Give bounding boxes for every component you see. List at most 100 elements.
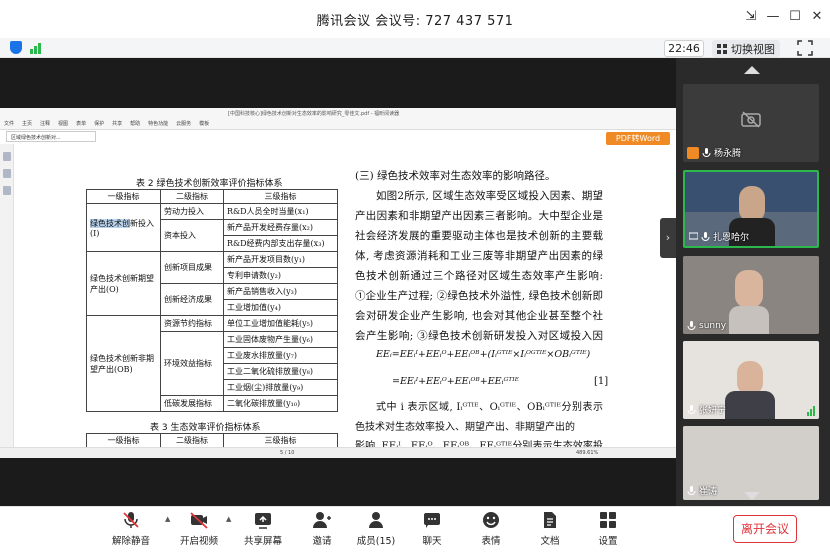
pdf-document-tab[interactable]: 区域绿色技术创新对... [6, 131, 96, 142]
invite-label: 邀请 [312, 536, 332, 547]
bookmark-icon[interactable] [2, 152, 11, 161]
start-video-label: 开启视频 [179, 536, 218, 547]
pdf-menu-item[interactable]: 视图 [58, 120, 68, 127]
participant-tile[interactable]: 张妍宁 [683, 341, 819, 419]
explanation-line: 影响, EEᵢᴵ、EEᵢᴼ、EEᵢᴼᴮ、EEᵢᴳᵀᴵᴱ分别表示生态效率投入、 [355, 441, 603, 447]
equation-line-1: EEᵢ=EEᵢᴵ+EEᵢᴼ+EEᵢᴼᴮ+(Iᵢᴳᵀᴵᴱ×Iᵢᴼᴳᵀᴵᴱ×OBᵢᴳ… [376, 349, 591, 360]
meeting-timer: 22:46 [664, 40, 704, 57]
pdf-menu-item[interactable]: 帮助 [130, 120, 140, 127]
scroll-up-icon[interactable] [744, 66, 760, 74]
audio-options-caret-icon[interactable]: ▲ [165, 515, 170, 523]
participant-tile[interactable]: 崔涛 [683, 426, 819, 500]
mic-icon [687, 321, 696, 330]
participant-video [739, 186, 765, 222]
participant-name-text: 张妍宁 [699, 406, 727, 416]
pdf-menu-item[interactable]: 表单 [76, 120, 86, 127]
participant-video [725, 391, 775, 419]
unmute-label: 解除静音 [111, 536, 150, 547]
table2-header: 一级指标 [86, 189, 161, 204]
pdf-menu-item[interactable]: 注释 [40, 120, 50, 127]
chat-label: 聊天 [422, 536, 442, 547]
switch-view-button[interactable]: 切换视图 [712, 40, 780, 57]
security-shield-icon[interactable] [10, 41, 22, 54]
participant-name-text: sunny [699, 321, 727, 331]
participant-name: 崔涛 [687, 484, 717, 497]
pdf-window-caption: [中国科技核心]绿色技术创新对生态效率的影响研究_零佳文.pdf - 福昕阅读器 [228, 111, 400, 117]
pin-icon[interactable]: ⇲ [740, 9, 762, 24]
table2-level3-cell: 新产品销售收入(y₃) [223, 283, 338, 300]
mic-icon [687, 404, 696, 414]
table2-level3-cell: 专利申请数(y₂) [223, 267, 338, 284]
settings-button[interactable]: 设置 [584, 510, 632, 550]
pdf-menu-item[interactable]: 共享 [112, 120, 122, 127]
switch-view-label: 切换视图 [731, 42, 775, 56]
attachment-icon[interactable] [2, 186, 11, 195]
pdf-reader-window[interactable]: [中国科技核心]绿色技术创新对生态效率的影响研究_零佳文.pdf - 福昕阅读器… [0, 108, 676, 458]
emoji-icon [483, 512, 499, 528]
participant-video [735, 270, 763, 308]
table2: 一级指标 二级指标 三级指标 绿色技术创新投入(I) 劳动力投入 R&D人员全时… [86, 189, 338, 412]
table2-header: 三级指标 [223, 189, 338, 204]
collapse-gallery-button[interactable]: › [660, 218, 676, 258]
table2-title: 表 2 绿色技术创新效率评价指标体系 [136, 179, 283, 189]
table2-level2-cell: 资本投入 [160, 219, 224, 252]
docs-button[interactable]: 文档 [526, 510, 574, 550]
grid-view-icon [717, 43, 727, 54]
members-label: 成员(15) [356, 536, 396, 547]
title-bar: 腾讯会议 会议号: 727 437 571 [0, 0, 830, 38]
table3-header: 一级指标 [86, 433, 161, 448]
table2-level3-cell: 工业固体废物产生量(y₆) [223, 331, 338, 348]
table3-title: 表 3 生态效率评价指标体系 [150, 423, 261, 433]
meeting-title: 腾讯会议 会议号: 727 437 571 [316, 13, 514, 29]
share-screen-button[interactable]: 共享屏幕 [239, 510, 287, 550]
participant-name: sunny [687, 321, 726, 331]
start-video-button[interactable]: 开启视频 [175, 510, 223, 550]
video-off-icon [190, 512, 208, 529]
body-paragraph: 如图2所示, 区域生态效率受区域投入因素、期望产出因素和非期望产出因素三者影响。… [355, 190, 603, 342]
thumbnail-icon[interactable] [2, 169, 11, 178]
close-icon[interactable]: ✕ [806, 9, 828, 24]
minimize-icon[interactable]: — [762, 9, 784, 24]
unmute-button[interactable]: 解除静音 [107, 510, 155, 550]
fullscreen-icon[interactable] [797, 40, 813, 56]
settings-label: 设置 [598, 536, 618, 547]
participant-tile[interactable]: sunny [683, 256, 819, 334]
pdf-menu-item[interactable]: 主页 [22, 120, 32, 127]
table2-level3-cell: 工业二氧化硫排放量(y₈) [223, 363, 338, 380]
invite-button[interactable]: 邀请 [298, 510, 346, 550]
audio-level-icon [807, 406, 815, 416]
pdf-to-word-button[interactable]: PDF转Word [606, 132, 670, 145]
table2-level2-cell: 创新经济成果 [160, 283, 224, 316]
participant-name: 杨永腾 [687, 146, 741, 159]
table2-level2-cell: 低碳发展指标 [160, 395, 224, 412]
shared-screen[interactable]: [中国科技核心]绿色技术创新对生态效率的影响研究_零佳文.pdf - 福昕阅读器… [0, 58, 676, 506]
zoom-level[interactable]: 489.61% [576, 450, 598, 456]
pdf-menu-item[interactable]: 模板 [199, 120, 209, 127]
pdf-menu-items: 文件 主页 注释 视图 表单 保护 共享 帮助 特色功能 云服务 模板 [4, 120, 209, 127]
pdf-menu-item[interactable]: 云服务 [176, 120, 191, 127]
reaction-button[interactable]: 表情 [467, 510, 515, 550]
page-indicator[interactable]: 5 / 10 [280, 450, 294, 456]
pdf-menu-item[interactable]: 文件 [4, 120, 14, 127]
chat-button[interactable]: 聊天 [408, 510, 456, 550]
table2-level3-cell: R&D经费内部支出存量(x₃) [223, 235, 338, 252]
table2-level3-cell: 二氧化碳排放量(y₁₀) [223, 395, 338, 412]
table2-level3-cell: R&D人员全时当量(x₁) [223, 203, 338, 220]
participant-tile[interactable]: 杨永腾 [683, 84, 819, 162]
scroll-down-icon[interactable] [744, 492, 760, 500]
invite-user-icon [313, 512, 331, 528]
video-options-caret-icon[interactable]: ▲ [226, 515, 231, 523]
table3-header: 二级指标 [160, 433, 224, 448]
pdf-menu-item[interactable]: 特色功能 [148, 120, 168, 127]
leave-meeting-button[interactable]: 离开会议 [733, 515, 797, 543]
settings-grid-icon [600, 512, 616, 528]
maximize-icon[interactable]: ☐ [784, 9, 806, 24]
pdf-menu-item[interactable]: 保护 [94, 120, 104, 127]
mic-icon [702, 147, 711, 157]
network-signal-icon[interactable] [30, 42, 41, 54]
explanation-line: 色技术对生态效率投入、期望产出、非期望产出的 [355, 422, 575, 433]
participant-tile[interactable]: 扎恩哈尔 [683, 170, 819, 248]
participant-video [737, 361, 763, 395]
pdf-menubar: [中国科技核心]绿色技术创新对生态效率的影响研究_零佳文.pdf - 福昕阅读器… [0, 108, 676, 130]
members-button[interactable]: 成员(15) [352, 510, 400, 550]
